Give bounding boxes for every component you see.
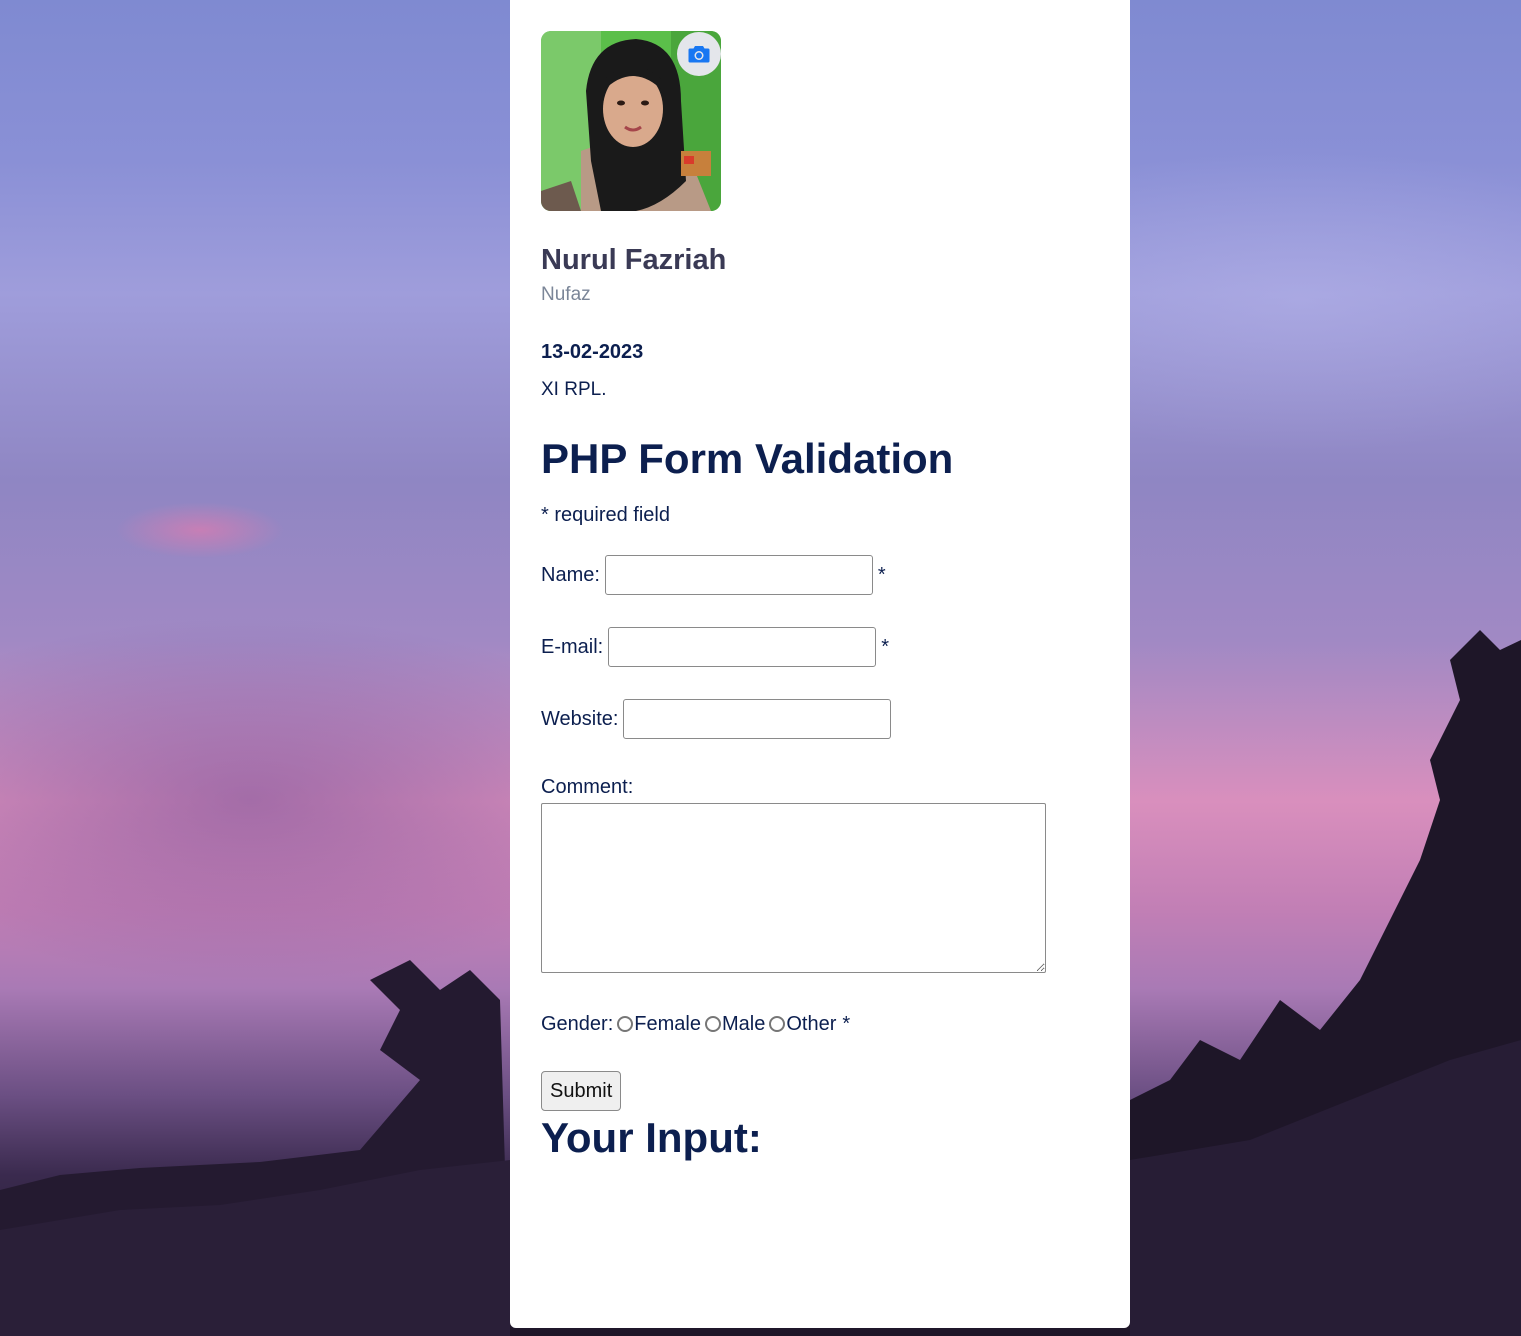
website-row: Website: (541, 699, 1099, 739)
name-required-marker: * (877, 564, 886, 586)
gender-female-radio[interactable] (617, 1016, 634, 1032)
gender-other-label: Other (786, 1013, 837, 1035)
gender-row: Gender: Female Male Other * (541, 1011, 1099, 1037)
gender-male-radio[interactable] (704, 1016, 721, 1032)
profile-form-card: Nurul Fazriah Nufaz 13-02-2023 XI RPL. P… (510, 0, 1130, 1328)
comment-label: Comment: (541, 776, 634, 798)
website-input[interactable] (623, 699, 892, 739)
gender-other-radio[interactable] (769, 1016, 786, 1032)
camera-icon (688, 46, 710, 63)
form-title: PHP Form Validation (541, 435, 954, 482)
profile-date: 13-02-2023 (541, 341, 644, 363)
name-label: Name: (541, 564, 600, 586)
email-label: E-mail: (541, 636, 604, 658)
submit-button[interactable]: Submit (541, 1071, 622, 1111)
email-row: E-mail: * (541, 627, 1099, 667)
email-input[interactable] (608, 627, 877, 667)
profile-class: XI RPL. (541, 379, 607, 400)
website-label: Website: (541, 708, 619, 730)
required-field-note: * required field (541, 504, 670, 526)
your-input-heading: Your Input: (541, 1114, 762, 1161)
gender-label: Gender: (541, 1013, 614, 1035)
gender-male-label: Male (721, 1013, 766, 1035)
change-photo-button[interactable] (677, 32, 721, 76)
profile-name: Nurul Fazriah (541, 244, 727, 276)
gender-required-marker: * (842, 1013, 851, 1035)
profile-nickname: Nufaz (541, 284, 591, 305)
name-input[interactable] (604, 555, 873, 595)
name-row: Name: * (541, 555, 1099, 595)
gender-female-label: Female (634, 1013, 701, 1035)
email-required-marker: * (881, 636, 890, 658)
avatar-container (541, 31, 721, 211)
comment-textarea[interactable] (541, 803, 1046, 973)
